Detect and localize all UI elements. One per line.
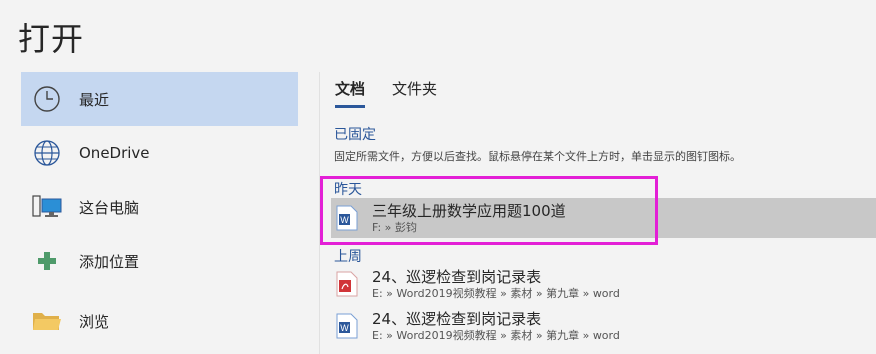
nav-item-recent[interactable]: 最近 [21, 72, 298, 126]
pdf-doc-icon [336, 271, 358, 297]
file-name: 三年级上册数学应用题100道 [372, 201, 566, 220]
nav-item-this-pc[interactable]: 这台电脑 [21, 180, 298, 234]
nav-item-browse[interactable]: 浏览 [21, 294, 298, 348]
page-title: 打开 [18, 20, 85, 58]
nav-item-label: 这台电脑 [79, 198, 140, 217]
svg-text:W: W [340, 215, 349, 225]
section-heading-last-week: 上周 [334, 249, 362, 265]
nav-item-onedrive[interactable]: OneDrive [21, 126, 298, 180]
tab-bar: 文档 文件夹 [335, 78, 464, 108]
nav-item-label: 最近 [79, 90, 110, 109]
plus-icon [25, 239, 69, 283]
left-nav: 最近 OneDrive 这台电脑 添加位置 浏览 [21, 72, 298, 348]
file-row[interactable]: W 24、巡逻检查到岗记录表 E: » Word2019视频教程 » 素材 » … [331, 306, 876, 346]
file-row[interactable]: W 三年级上册数学应用题100道 F: » 彭钧 [331, 198, 876, 238]
section-heading-pinned: 已固定 [334, 127, 376, 143]
file-path: E: » Word2019视频教程 » 素材 » 第九章 » word [372, 328, 620, 342]
tab-documents[interactable]: 文档 [335, 78, 366, 108]
file-name: 24、巡逻检查到岗记录表 [372, 309, 542, 328]
svg-text:W: W [340, 323, 349, 333]
folder-icon [25, 299, 69, 343]
tab-folders[interactable]: 文件夹 [392, 78, 437, 108]
nav-item-label: OneDrive [79, 144, 150, 162]
pinned-description: 固定所需文件，方便以后查找。鼠标悬停在某个文件上方时，单击显示的图钉图标。 [334, 150, 741, 163]
nav-item-label: 添加位置 [79, 252, 140, 271]
section-heading-yesterday: 昨天 [334, 182, 362, 198]
file-row[interactable]: 24、巡逻检查到岗记录表 E: » Word2019视频教程 » 素材 » 第九… [331, 264, 876, 304]
nav-item-add-place[interactable]: 添加位置 [21, 234, 298, 288]
word-doc-icon: W [336, 205, 358, 231]
clock-icon [25, 77, 69, 121]
file-path: E: » Word2019视频教程 » 素材 » 第九章 » word [372, 286, 620, 300]
nav-item-label: 浏览 [79, 312, 110, 331]
panel-divider [319, 72, 320, 354]
file-name: 24、巡逻检查到岗记录表 [372, 267, 542, 286]
word-doc-icon: W [336, 313, 358, 339]
computer-icon [25, 185, 69, 229]
file-path: F: » 彭钧 [372, 220, 417, 234]
globe-icon [25, 131, 69, 175]
